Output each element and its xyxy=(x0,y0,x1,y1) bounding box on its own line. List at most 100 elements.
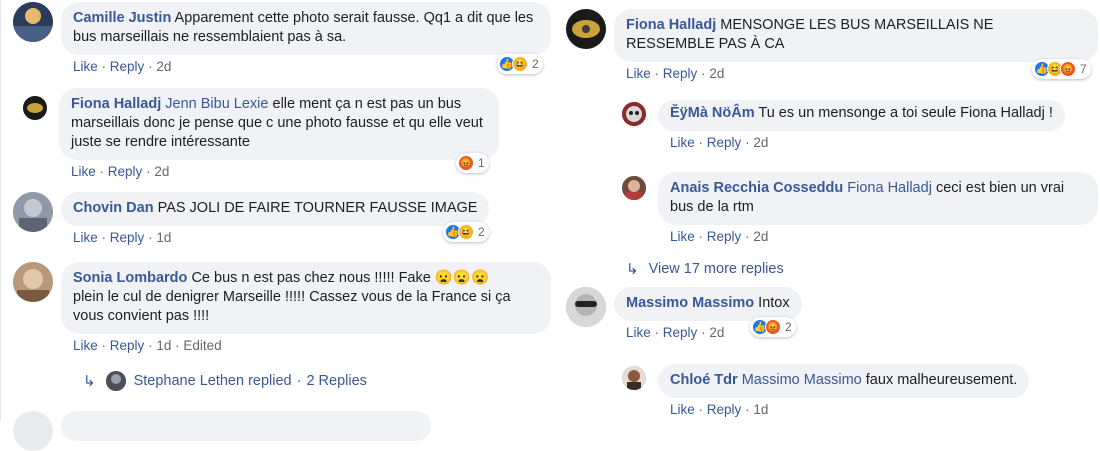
comment: Sonia Lombardo Ce bus n est pas chez nou… xyxy=(13,262,551,355)
comment-author[interactable]: Sonia Lombardo xyxy=(73,270,187,286)
left-comment-column: Camille Justin Apparement cette photo se… xyxy=(0,0,561,451)
reply-comment: Chloé Tdr Massimo Massimo faux malheureu… xyxy=(622,364,1030,419)
reply-button[interactable]: Reply xyxy=(707,135,742,150)
timestamp[interactable]: 1d xyxy=(156,338,171,353)
reaction-summary[interactable]: 👍 😆 2 xyxy=(443,222,489,242)
reaction-count: 2 xyxy=(532,57,539,71)
avatar[interactable] xyxy=(566,287,606,327)
reply-button[interactable]: Reply xyxy=(707,402,742,417)
reaction-summary[interactable]: 😡 1 xyxy=(456,153,489,173)
reaction-count: 2 xyxy=(478,225,485,239)
avatar[interactable] xyxy=(622,366,646,390)
view-more-label[interactable]: View 17 more replies xyxy=(649,261,784,277)
avatar[interactable] xyxy=(622,102,646,126)
comment-actions: Like · Reply · 2d xyxy=(670,135,769,150)
avatar[interactable] xyxy=(13,411,53,451)
avatar[interactable] xyxy=(13,2,53,42)
timestamp[interactable]: 2d xyxy=(753,229,768,244)
timestamp[interactable]: 1d xyxy=(753,402,768,417)
comment-author[interactable]: Fiona Halladj xyxy=(626,17,716,33)
reply-comment: Fiona Halladj Jenn Bibu Lexie elle ment … xyxy=(23,88,499,181)
comment-actions: Like · Reply · 2d xyxy=(626,66,725,81)
avatar xyxy=(105,371,126,391)
reaction-summary[interactable]: 👍 😡 2 xyxy=(750,317,796,337)
like-button[interactable]: Like xyxy=(626,325,651,340)
like-button[interactable]: Like xyxy=(626,66,651,81)
comment-author[interactable]: Fiona Halladj xyxy=(71,96,161,112)
haha-icon: 😆 xyxy=(458,224,474,240)
like-button[interactable]: Like xyxy=(73,230,98,245)
comment-actions: Like · Reply · 2d xyxy=(670,229,769,244)
comment-text: faux malheureusement. xyxy=(865,372,1018,388)
timestamp[interactable]: 2d xyxy=(156,59,171,74)
comment: Chovin Dan PAS JOLI DE FAIRE TOURNER FAU… xyxy=(13,192,490,247)
like-button[interactable]: Like xyxy=(73,338,98,353)
reply-button[interactable]: Reply xyxy=(663,325,698,340)
angry-icon: 😡 xyxy=(458,155,474,171)
comment-bubble: Sonia Lombardo Ce bus n est pas chez nou… xyxy=(61,262,551,334)
view-more-replies-link[interactable]: ↳ View 17 more replies xyxy=(626,260,784,278)
like-button[interactable]: Like xyxy=(71,164,96,179)
comment-text: PAS JOLI DE FAIRE TOURNER FAUSSE IMAGE xyxy=(157,200,478,216)
avatar[interactable] xyxy=(566,9,606,49)
separator: · xyxy=(296,373,302,389)
avatar[interactable] xyxy=(13,262,53,302)
angry-icon: 😡 xyxy=(1060,61,1076,77)
reaction-summary[interactable]: 👍 😆 2 xyxy=(497,54,543,74)
comment-author[interactable]: Anais Recchia Cosseddu xyxy=(670,180,843,196)
edited-label[interactable]: Edited xyxy=(183,338,221,353)
like-button[interactable]: Like xyxy=(73,59,98,74)
reply-comment: ĔÿMà NöÂm Tu es un mensonge a toi seule … xyxy=(622,100,1065,152)
comment-author[interactable]: Chovin Dan xyxy=(73,200,154,216)
reply-count[interactable]: 2 Replies xyxy=(306,373,366,389)
comment: Massimo Massimo Intox 👍 😡 2 Like · Reply ·… xyxy=(566,287,802,342)
avatar[interactable] xyxy=(23,96,47,120)
reply-button[interactable]: Reply xyxy=(663,66,698,81)
comment-author[interactable]: Massimo Massimo xyxy=(626,295,754,311)
comment-text: vous convient pas !!!! xyxy=(73,308,210,324)
timestamp[interactable]: 2d xyxy=(154,164,169,179)
reply-arrow-icon: ↳ xyxy=(83,373,96,390)
angry-icon: 😡 xyxy=(765,319,781,335)
like-button[interactable]: Like xyxy=(670,402,695,417)
avatar[interactable] xyxy=(622,176,646,200)
timestamp[interactable]: 2d xyxy=(709,66,724,81)
reply-button[interactable]: Reply xyxy=(110,59,145,74)
like-button[interactable]: Like xyxy=(670,135,695,150)
comment-actions: Like · Reply · 2d xyxy=(73,59,172,74)
comment-text: Ce bus n est pas chez nous !!!!! Fake 😦😦… xyxy=(191,270,490,286)
comment-text: plein le cul de denigrer Marseille !!!!!… xyxy=(73,289,511,305)
avatar[interactable] xyxy=(13,192,53,232)
reply-comment: Anais Recchia Cosseddu Fiona Halladj cec… xyxy=(622,172,1098,246)
comment-actions: Like · Reply · 2d xyxy=(71,164,170,179)
reply-button[interactable]: Reply xyxy=(707,229,742,244)
comment: Fiona Halladj MENSONGE LES BUS MARSEILLA… xyxy=(566,9,1098,83)
timestamp[interactable]: 2d xyxy=(753,135,768,150)
reply-button[interactable]: Reply xyxy=(110,230,145,245)
reaction-count: 7 xyxy=(1080,62,1087,76)
timestamp[interactable]: 2d xyxy=(709,325,724,340)
mention-link[interactable]: Fiona Halladj xyxy=(847,180,932,196)
view-replies-link[interactable]: ↳ Stephane Lethen replied · 2 Replies xyxy=(83,371,367,391)
comment-bubble: Massimo Massimo Intox xyxy=(614,287,802,321)
reply-button[interactable]: Reply xyxy=(110,338,145,353)
mention-link[interactable]: Jenn Bibu Lexie xyxy=(165,96,268,112)
comment-bubble: Chovin Dan PAS JOLI DE FAIRE TOURNER FAU… xyxy=(61,192,490,226)
reaction-count: 2 xyxy=(785,320,792,334)
comment-author[interactable]: Camille Justin xyxy=(73,10,171,26)
comment-author[interactable]: ĔÿMà NöÂm xyxy=(670,105,755,121)
comment-actions: Like · Reply · 1d xyxy=(73,230,172,245)
replied-by[interactable]: Stephane Lethen replied xyxy=(134,373,292,389)
comment-text: Tu es un mensonge a toi seule Fiona Hall… xyxy=(758,105,1053,121)
reply-arrow-icon: ↳ xyxy=(626,261,639,278)
timestamp[interactable]: 1d xyxy=(156,230,171,245)
comment: Camille Justin Apparement cette photo se… xyxy=(13,2,551,76)
reply-button[interactable]: Reply xyxy=(108,164,143,179)
comment-bubble xyxy=(61,411,431,441)
reaction-summary[interactable]: 👍 😆 😡 7 xyxy=(1032,59,1091,79)
mention-link[interactable]: Massimo Massimo xyxy=(742,372,862,388)
comment-bubble: Anais Recchia Cosseddu Fiona Halladj cec… xyxy=(658,172,1098,225)
like-button[interactable]: Like xyxy=(670,229,695,244)
comment-author[interactable]: Chloé Tdr xyxy=(670,372,738,388)
right-comment-column: Fiona Halladj MENSONGE LES BUS MARSEILLA… xyxy=(560,0,1100,421)
